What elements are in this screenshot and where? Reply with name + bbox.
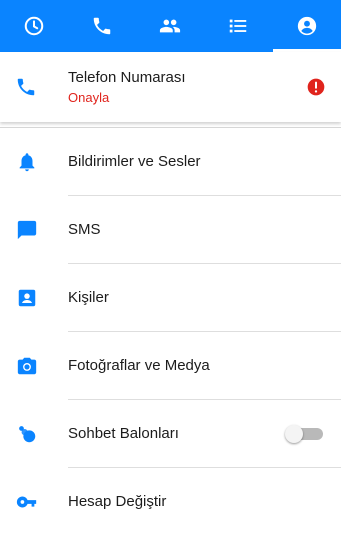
settings-item-sms[interactable]: SMS bbox=[0, 196, 341, 264]
list-icon bbox=[229, 19, 247, 33]
bell-icon bbox=[19, 153, 35, 172]
settings-item-contacts[interactable]: Kişiler bbox=[0, 264, 341, 332]
settings-item-label: Fotoğraflar ve Medya bbox=[68, 357, 210, 374]
settings-item-label: Sohbet Balonları bbox=[68, 425, 179, 442]
phone-icon bbox=[93, 17, 111, 35]
tab-profile[interactable] bbox=[273, 0, 341, 52]
tab-list[interactable] bbox=[204, 0, 272, 52]
settings-item-notifications[interactable]: Bildirimler ve Sesler bbox=[0, 128, 341, 196]
settings-item-label: Bildirimler ve Sesler bbox=[68, 153, 201, 170]
message-icon bbox=[17, 220, 37, 240]
contact-card-icon bbox=[18, 289, 36, 307]
settings-item-label: Hesap Değiştir bbox=[68, 493, 167, 510]
settings-item-chat-heads[interactable]: Sohbet Balonları bbox=[0, 400, 341, 468]
clock-icon bbox=[24, 16, 44, 36]
phone-number-title: Telefon Numarası bbox=[68, 69, 186, 86]
account-circle-icon bbox=[297, 16, 317, 36]
camera-icon bbox=[17, 357, 37, 375]
top-tab-bar bbox=[0, 0, 341, 52]
settings-item-switch-account[interactable]: Hesap Değiştir bbox=[0, 468, 341, 536]
verify-link[interactable]: Onayla bbox=[68, 90, 109, 105]
tab-recent[interactable] bbox=[0, 0, 68, 52]
phone-icon bbox=[17, 78, 35, 96]
settings-item-label: SMS bbox=[68, 221, 101, 238]
phone-number-row[interactable]: Telefon Numarası Onayla bbox=[0, 52, 341, 122]
chat-bubbles-icon bbox=[19, 426, 36, 443]
key-icon bbox=[16, 496, 37, 508]
tab-people[interactable] bbox=[136, 0, 204, 52]
settings-item-photos-media[interactable]: Fotoğraflar ve Medya bbox=[0, 332, 341, 400]
people-icon bbox=[159, 19, 181, 33]
chat-heads-toggle[interactable] bbox=[285, 425, 323, 443]
settings-item-label: Kişiler bbox=[68, 289, 109, 306]
toggle-knob bbox=[285, 425, 303, 443]
tab-calls[interactable] bbox=[68, 0, 136, 52]
alert-icon bbox=[307, 78, 325, 96]
